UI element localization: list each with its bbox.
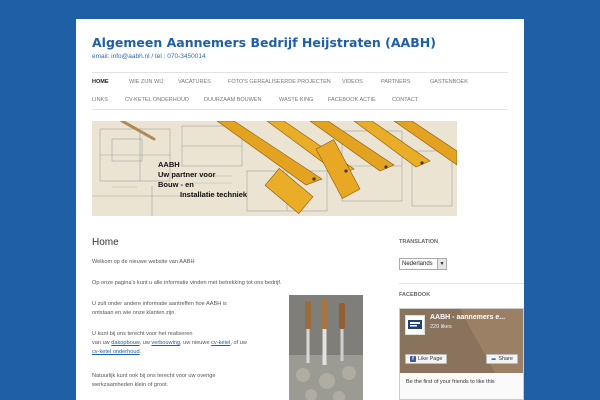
facebook-share-button[interactable]: ➦ Share [486,354,518,364]
nav-item-duurzaam-bouwen[interactable]: DUURZAAM BOUWEN [204,97,261,103]
banner-line-1: AABH [158,160,180,169]
history-line-2: ontstaan en wie onze klanten zijn. [92,310,176,316]
blueprint-rulers-illustration [92,121,457,216]
chevron-down-icon[interactable]: ▼ [437,259,446,269]
history-paragraph: U zult onder andere informatie aantreffe… [92,300,282,318]
other-work-line-2: werkzaamheden klein of groot. [92,382,169,388]
services-paragraph: U kunt bij ons terecht voor het realiser… [92,330,282,357]
services-sep-3: , of uw [230,340,247,346]
share-icon: ➦ [491,356,497,363]
chisels-illustration [289,295,363,400]
facebook-widget-title: FACEBOOK [399,292,431,298]
header-banner-image: AABH Uw partner voor Bouw - en Installat… [92,121,457,216]
page-container: Algemeen Aannemers Bedrijf Heijstraten (… [76,19,524,400]
facebook-like-count: 220 likes [430,324,452,330]
nav-item-vacatures[interactable]: VACATURES [178,79,211,85]
nav-item-partners[interactable]: PARTNERS [381,79,410,85]
verbouwing-link[interactable]: verbouwing [151,340,180,346]
cv-ketel-onderhoud-link[interactable]: cv-ketel onderhoud [92,349,140,355]
chisels-photo [289,295,363,400]
nav-item-cv-ketel-onderhoud[interactable]: CV-KETEL ONDERHOUD [125,97,189,103]
banner-slogan: AABH Uw partner voor Bouw - en Installat… [158,160,247,200]
nav-item-contact[interactable]: CONTACT [392,97,418,103]
services-sep-1: , uw [139,340,152,346]
nav-row-2: LINKS CV-KETEL ONDERHOUD DUURZAAM BOUWEN… [92,92,508,110]
other-work-line-1: Natuurlijk kunt ook bij ons terecht voor… [92,373,216,379]
nav-item-waste-king[interactable]: WASTE KING [279,97,313,103]
info-paragraph: Op onze pagina's kunt u alle informatie … [92,280,282,286]
services-line-1: U kunt bij ons terecht voor het realiser… [92,331,193,337]
nav-item-links[interactable]: LINKS [92,97,108,103]
nav-item-gastenboek[interactable]: GASTENBOEK [430,79,468,85]
other-work-paragraph: Natuurlijk kunt ook bij ons terecht voor… [92,372,282,390]
language-selected-value: Nederlands [402,261,433,267]
translation-widget-title: TRANSLATION [399,239,439,245]
site-title[interactable]: Algemeen Aannemers Bedrijf Heijstraten (… [92,35,436,50]
facebook-icon: f [410,356,416,362]
nav-item-home[interactable]: HOME [92,79,109,85]
page-title: Home [92,237,119,248]
facebook-page-logo[interactable] [405,315,425,335]
facebook-page-name[interactable]: AABH - aannemers e... [430,314,505,321]
facebook-like-page-button[interactable]: f Like Page [405,354,448,364]
banner-line-4: Installatie techniek [180,190,248,199]
history-line-1: U zult onder andere informatie aantreffe… [92,301,227,307]
nav-row-1: HOME WIE ZIJN WIJ VACATURES FOTO'S GEREA… [92,74,508,92]
nav-item-videos[interactable]: VIDEOS [342,79,363,85]
services-prefix: van uw [92,340,112,346]
facebook-cover-photo[interactable]: AABH - aannemers e... 220 likes f Like P… [400,309,523,373]
banner-line-2: Uw partner voor [158,170,216,179]
facebook-page-plugin: AABH - aannemers e... 220 likes f Like P… [399,308,524,400]
share-label: Share [498,356,513,362]
cv-ketel-link[interactable]: cv-ketel [211,340,230,346]
widget-divider [399,283,524,284]
like-page-label: Like Page [418,356,443,362]
site-tagline: email: info@aabh.nl / tel : 070-3450014 [92,53,206,60]
nav-item-wie-zijn-wij[interactable]: WIE ZIJN WIJ [129,79,164,85]
services-sep-2: , uw nieuwe [180,340,212,346]
dakopbouw-link[interactable]: dakopbouw [111,340,139,346]
nav-item-facebook-actie[interactable]: FACEBOOK ACTIE [328,97,376,103]
aabh-logo-icon [408,320,422,329]
nav-item-fotos-projecten[interactable]: FOTO'S GEREALISEERDE PROJECTEN [228,79,331,85]
services-end: . [139,349,142,355]
banner-line-3: Bouw - en [158,180,194,189]
language-select[interactable]: Nederlands ▼ [399,258,447,270]
facebook-friends-text: Be the first of your friends to like thi… [406,379,495,385]
intro-paragraph: Welkom op de nieuwe website van AABH [92,259,195,265]
main-navigation: HOME WIE ZIJN WIJ VACATURES FOTO'S GEREA… [92,72,508,110]
